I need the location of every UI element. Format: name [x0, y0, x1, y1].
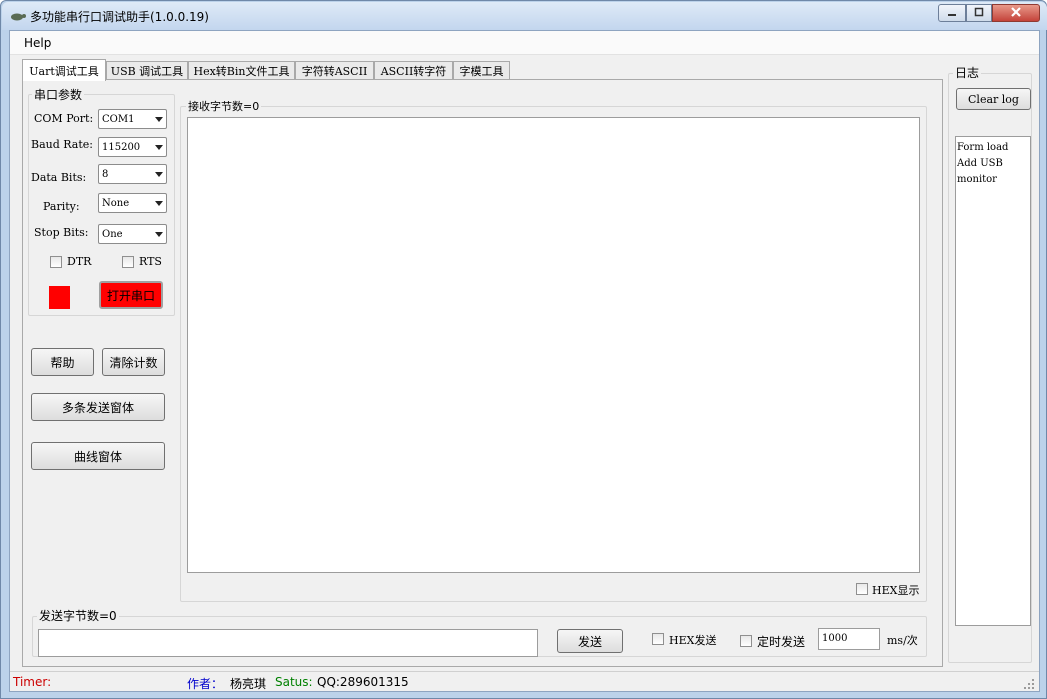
minimize-icon	[947, 6, 957, 20]
port-status-indicator	[49, 286, 70, 309]
rts-checkbox[interactable]	[122, 256, 134, 268]
log-line: Form load	[957, 142, 1009, 153]
log-line: Add USB	[957, 158, 1003, 169]
multi-send-window-button[interactable]: 多条发送窗体	[31, 393, 165, 421]
com-port-label: COM Port:	[34, 112, 94, 125]
app-window: 多功能串行口调试助手(1.0.0.19) Help Uart调试工具 USB 调…	[0, 0, 1047, 699]
resize-grip-icon[interactable]	[1023, 678, 1035, 693]
menu-bar: Help	[10, 31, 1039, 55]
log-line: monitor	[957, 174, 997, 185]
dtr-checkbox[interactable]	[50, 256, 62, 268]
rts-label: RTS	[139, 255, 162, 268]
timed-send-label: 定时发送	[757, 635, 806, 649]
data-bits-select[interactable]: 8	[98, 164, 167, 184]
open-port-button[interactable]: 打开串口	[99, 281, 163, 309]
chevron-down-icon	[155, 117, 163, 122]
maximize-icon	[974, 6, 984, 20]
timed-send-checkbox[interactable]	[740, 635, 752, 647]
tab-usb[interactable]: USB 调试工具	[106, 61, 188, 80]
hex-send-checkbox[interactable]	[652, 633, 664, 645]
data-bits-label: Data Bits:	[31, 171, 87, 184]
close-button[interactable]	[992, 4, 1040, 22]
hex-display-checkbox[interactable]	[856, 583, 868, 595]
send-button[interactable]: 发送	[557, 629, 623, 653]
author-name: 杨亮琪	[230, 677, 267, 691]
status-bar: Timer: 作者： 杨亮琪 Satus: QQ:289601315	[10, 671, 1039, 691]
interval-input[interactable]: 1000	[818, 628, 880, 650]
close-icon	[1010, 6, 1022, 21]
hex-display-label: HEX显示	[872, 584, 920, 597]
clear-log-button[interactable]: Clear log	[956, 88, 1031, 110]
interval-unit-label: ms/次	[887, 634, 918, 647]
curve-window-button[interactable]: 曲线窗体	[31, 442, 165, 470]
window-title: 多功能串行口调试助手(1.0.0.19)	[30, 10, 209, 24]
author-label: 作者：	[187, 677, 224, 691]
turtle-app-icon	[10, 10, 26, 24]
tab-font-tool[interactable]: 字模工具	[453, 61, 510, 80]
chevron-down-icon	[155, 232, 163, 237]
chevron-down-icon	[155, 172, 163, 177]
minimize-button[interactable]	[938, 4, 966, 22]
chevron-down-icon	[155, 145, 163, 150]
clear-count-button[interactable]: 清除计数	[102, 348, 165, 376]
maximize-button[interactable]	[966, 4, 992, 22]
client-area: Help Uart调试工具 USB 调试工具 Hex转Bin文件工具 字符转AS…	[9, 30, 1040, 692]
uart-tab-page: 串口参数 COM Port: COM1 Baud Rate: 115200 Da…	[22, 79, 943, 667]
parity-select[interactable]: None	[98, 193, 167, 213]
qq-text: QQ:289601315	[317, 675, 409, 689]
serial-params-label: 串口参数	[32, 86, 85, 103]
menu-help[interactable]: Help	[24, 36, 51, 50]
parity-label: Parity:	[43, 200, 80, 213]
com-port-select[interactable]: COM1	[98, 109, 167, 129]
baud-rate-select[interactable]: 115200	[98, 137, 167, 157]
baud-rate-label: Baud Rate:	[31, 138, 93, 151]
log-textarea[interactable]: Form load Add USB monitor	[955, 136, 1031, 626]
title-bar[interactable]: 多功能串行口调试助手(1.0.0.19)	[2, 2, 1047, 30]
receive-textarea[interactable]	[187, 117, 920, 573]
dtr-label: DTR	[67, 255, 92, 268]
send-count-label: 发送字节数=0	[37, 607, 119, 624]
hex-send-label: HEX发送	[669, 634, 717, 647]
chevron-down-icon	[155, 201, 163, 206]
log-label: 日志	[953, 64, 982, 81]
satus-label: Satus:	[275, 675, 313, 689]
tab-ascii2char[interactable]: ASCII转字符	[374, 61, 453, 80]
stop-bits-label: Stop Bits:	[34, 226, 89, 239]
tab-char2ascii[interactable]: 字符转ASCII	[295, 61, 374, 80]
stop-bits-select[interactable]: One	[98, 224, 167, 244]
tab-hex2bin[interactable]: Hex转Bin文件工具	[188, 61, 295, 80]
timer-label: Timer:	[13, 675, 52, 689]
tab-uart[interactable]: Uart调试工具	[22, 59, 106, 81]
send-input[interactable]	[38, 629, 538, 657]
receive-count-label: 接收字节数=0	[186, 98, 262, 114]
help-button[interactable]: 帮助	[31, 348, 94, 376]
